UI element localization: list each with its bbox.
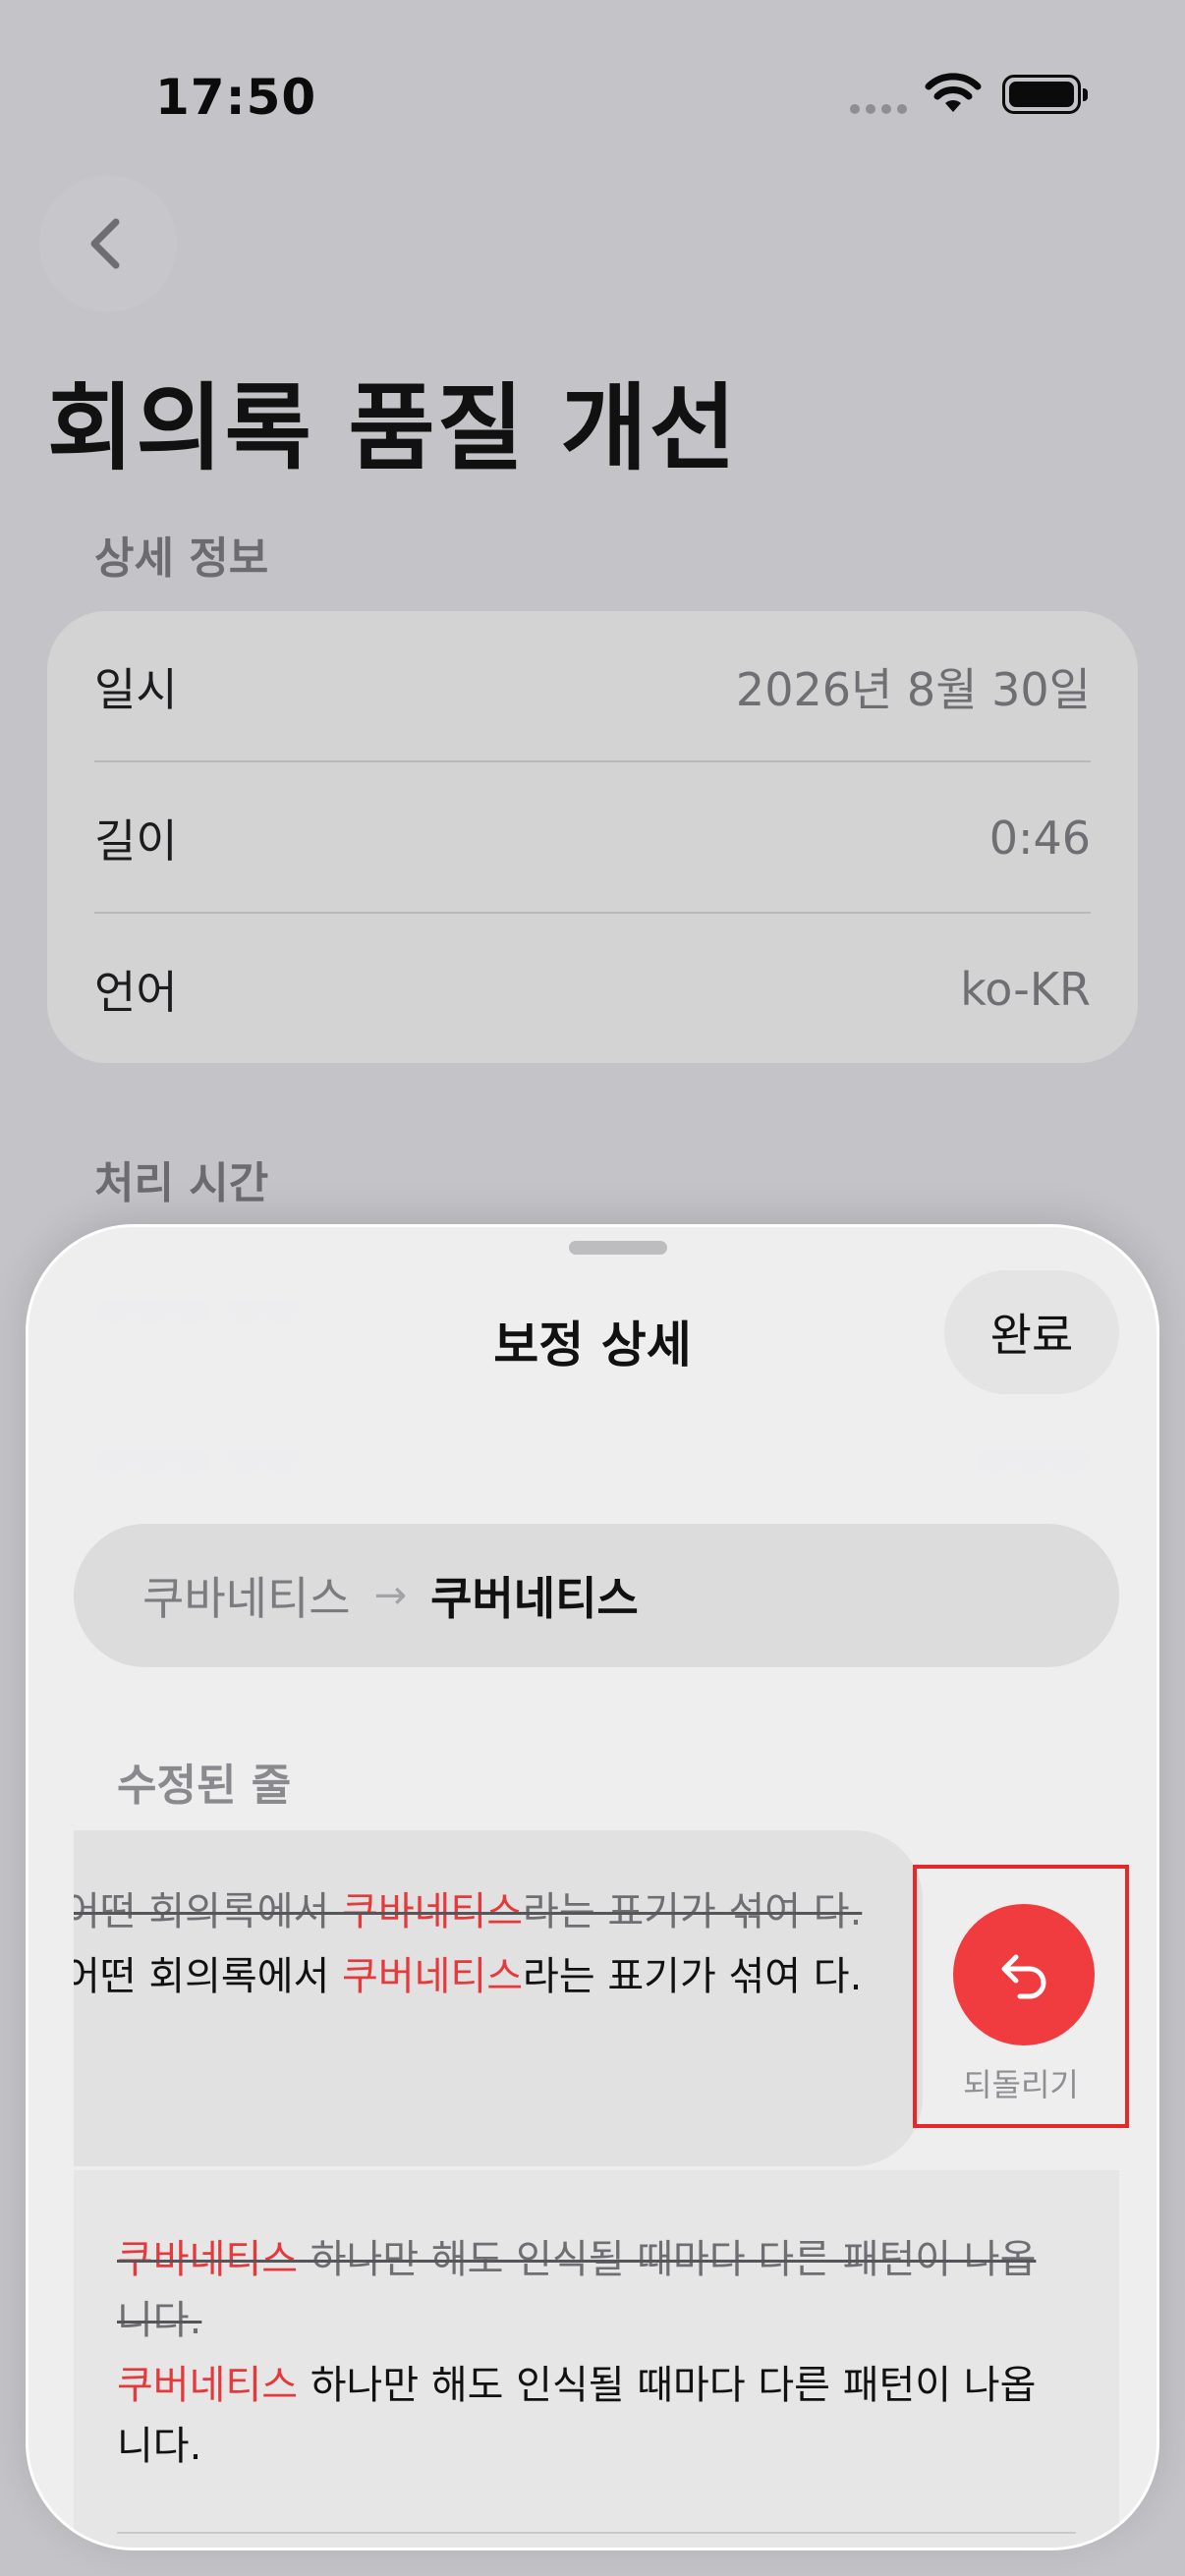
modified-line-item[interactable]: 어떤 회의록에서 쿠바네티스라는 표기가 섞여 다. 어떤 회의록에서 쿠버네티… [74, 1830, 923, 2166]
line-text: 라는 표기가 섞여 다. [523, 1954, 863, 1999]
original-line: 쿠바네티스 하나만 해도 인식될 때마다 다른 패턴이 나옵니다. [117, 2229, 1060, 2351]
original-line: 어떤 회의록에서 쿠바네티스라는 표기가 섞여 다. [74, 1881, 909, 1942]
detail-label: 일시 [94, 662, 178, 716]
battery-icon [1002, 75, 1088, 114]
undo-label: 되돌리기 [963, 2066, 1079, 2103]
undo-action-highlight: 되돌리기 [913, 1865, 1129, 2128]
details-section-header: 상세 정보 [94, 533, 269, 584]
status-time: 17:50 [155, 69, 317, 126]
sheet-grabber[interactable] [569, 1241, 667, 1255]
detail-row-date: 일시 2026년 8월 30일 [94, 611, 1091, 761]
detail-value: 2026년 8월 30일 [735, 662, 1091, 716]
wifi-icon [925, 73, 982, 112]
original-term: 쿠바네티스 [117, 2237, 298, 2282]
correction-to: 쿠버네티스 [430, 1572, 639, 1625]
correction-detail-sheet: 보정 상세 완료 쿠바네티스 → 쿠버네티스 수정된 줄 어떤 회의록에서 쿠바… [26, 1224, 1159, 2550]
correction-summary: 쿠바네티스 → 쿠버네티스 [74, 1524, 1119, 1667]
line-text: 어떤 회의록에서 [74, 1954, 343, 1999]
corrected-term: 쿠버네티스 [342, 1954, 524, 1999]
detail-label: 길이 [94, 813, 178, 868]
arrow-right-icon: → [373, 1573, 408, 1618]
corrected-term: 쿠버네티스 [117, 2363, 298, 2408]
corrected-line: 어떤 회의록에서 쿠버네티스라는 표기가 섞여 다. [74, 1946, 909, 2007]
line-text: 라는 표기가 섞여 다. [523, 1889, 863, 1934]
back-button[interactable] [39, 175, 177, 312]
done-button[interactable]: 완료 [944, 1270, 1119, 1394]
detail-row-length: 길이 0:46 [94, 762, 1091, 913]
undo-button[interactable] [953, 1904, 1095, 2045]
modified-line-item[interactable]: 쿠바네티스 하나만 해도 인식될 때마다 다른 패턴이 나옵니다. 쿠버네티스 … [74, 2170, 1119, 2548]
row-divider [117, 2532, 1076, 2534]
detail-row-language: 언어 ko-KR [94, 914, 1091, 1064]
detail-value: ko-KR [960, 962, 1091, 1016]
line-text: 어떤 회의록에서 [74, 1889, 343, 1934]
page-title: 회의록 품질 개선 [47, 373, 739, 483]
corrected-line: 쿠버네티스 하나만 해도 인식될 때마다 다른 패턴이 나옵니다. [117, 2355, 1060, 2477]
chevron-left-icon [90, 218, 120, 269]
original-term: 쿠바네티스 [342, 1889, 524, 1934]
signal-dots-icon [850, 104, 909, 114]
processing-section-header: 처리 시간 [94, 1158, 269, 1208]
detail-value: 0:46 [988, 811, 1091, 865]
modified-lines-header: 수정된 줄 [117, 1761, 292, 1811]
undo-arrow-icon [1001, 1954, 1046, 1999]
details-card: 일시 2026년 8월 30일 길이 0:46 언어 ko-KR [47, 611, 1138, 1063]
correction-from: 쿠바네티스 [142, 1572, 351, 1625]
detail-label: 언어 [94, 965, 178, 1019]
